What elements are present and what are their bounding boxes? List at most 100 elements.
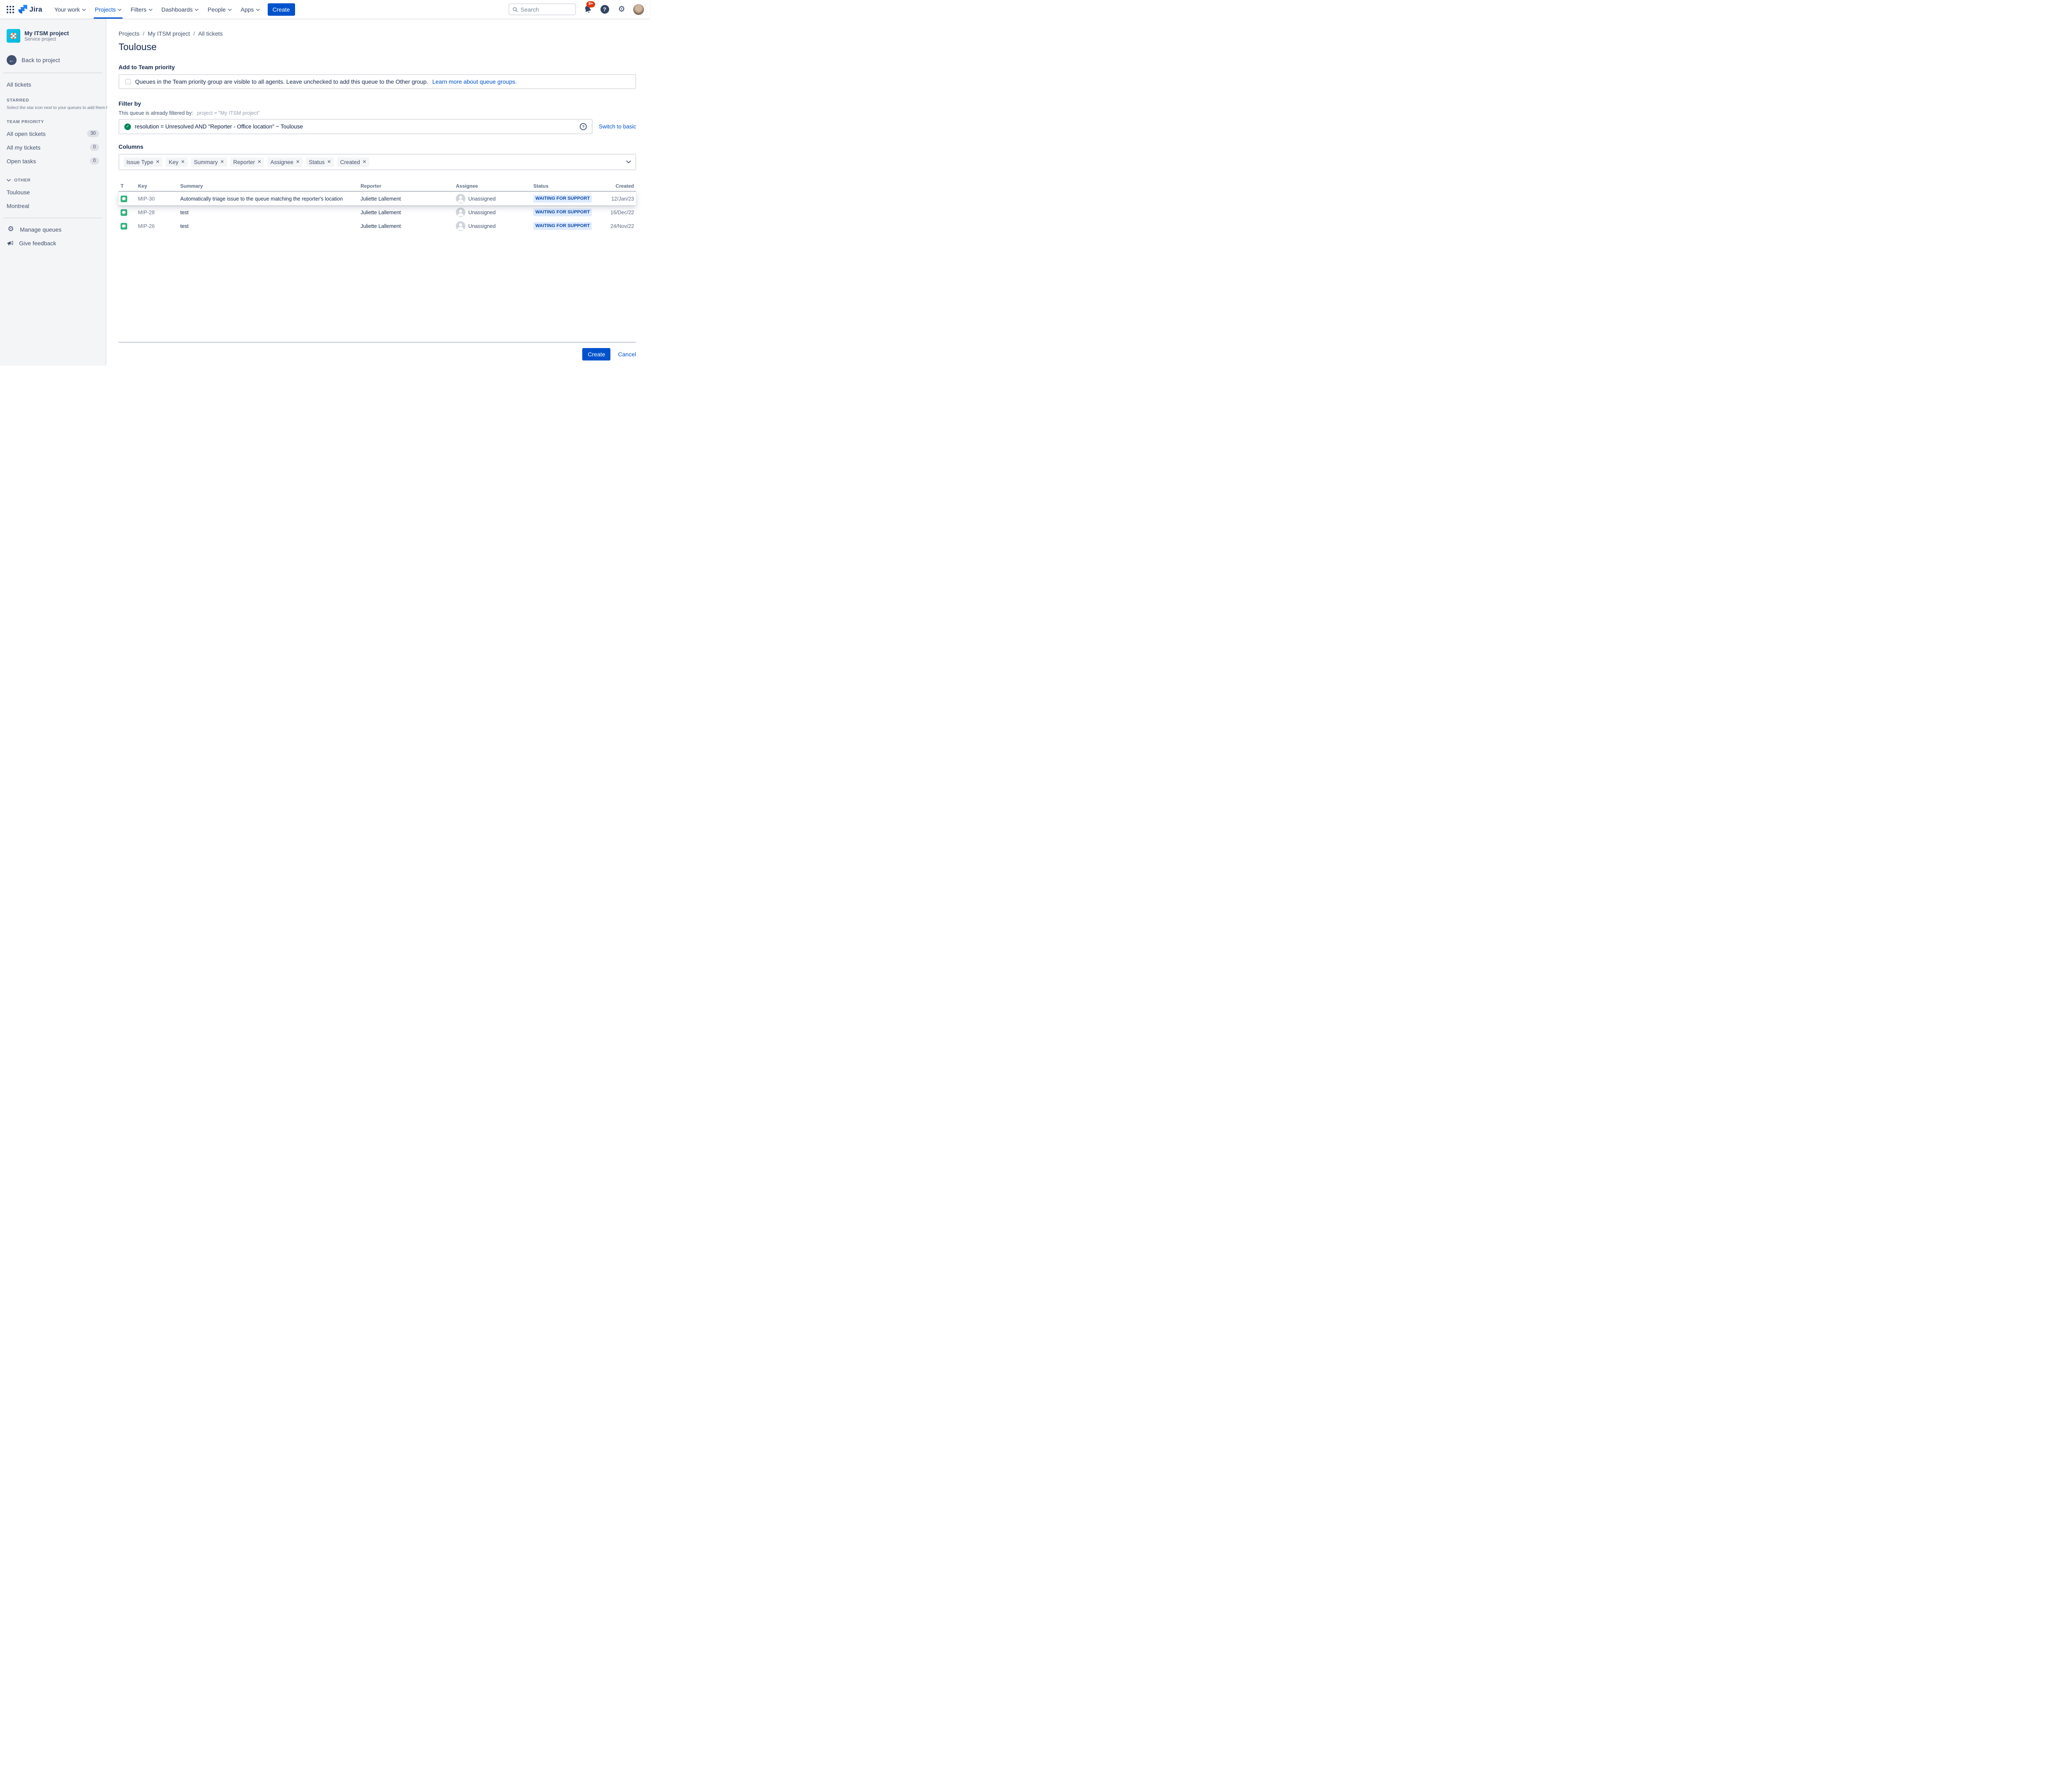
remove-chip-icon[interactable]: ✕ [257, 160, 261, 164]
nav-item-dashboards[interactable]: Dashboards [157, 0, 203, 19]
sidebar-item-montreal[interactable]: Montreal [0, 199, 106, 213]
help-button[interactable]: ? [599, 4, 610, 15]
sidebar-item-open-tasks[interactable]: Open tasks 0 [0, 154, 106, 168]
queue-groups-learn-more-link[interactable]: Learn more about queue groups. [432, 78, 517, 85]
sidebar-item-toulouse[interactable]: Toulouse [0, 185, 106, 199]
issue-reporter: Juliette Lallement [361, 223, 456, 229]
col-header-status: Status [533, 183, 608, 189]
col-header-type: T [121, 183, 138, 189]
unassigned-avatar-icon [456, 208, 465, 217]
col-header-key: Key [138, 183, 180, 189]
col-header-reporter: Reporter [361, 183, 456, 189]
global-search[interactable] [508, 3, 576, 15]
team-priority-section-title: TEAM PRIORITY [0, 119, 106, 124]
gear-icon: ⚙ [7, 226, 15, 233]
column-chip-reporter: Reporter ✕ [230, 157, 264, 167]
columns-heading: Columns [119, 143, 636, 150]
remove-chip-icon[interactable]: ✕ [363, 160, 366, 164]
megaphone-icon [7, 240, 14, 247]
nav-item-people[interactable]: People [203, 0, 236, 19]
issue-reporter: Juliette Lallement [361, 210, 456, 215]
nav-right-controls: 9+ ? ⚙ [508, 3, 644, 15]
sidebar-item-all-my-tickets[interactable]: All my tickets 0 [0, 140, 106, 154]
remove-chip-icon[interactable]: ✕ [181, 160, 185, 164]
issue-summary-link[interactable]: Automatically triage issue to the queue … [180, 196, 361, 202]
jql-help-icon[interactable]: ? [580, 123, 587, 130]
nav-item-projects[interactable]: Projects [90, 0, 126, 19]
chevron-down-icon [118, 9, 121, 11]
issue-preview-table: T Key Summary Reporter Assignee Status C… [119, 181, 636, 233]
chevron-down-icon[interactable] [626, 160, 631, 164]
remove-chip-icon[interactable]: ✕ [327, 160, 331, 164]
count-badge: 0 [90, 144, 99, 151]
unassigned-avatar-icon [456, 221, 465, 231]
table-row[interactable]: MIP-26 test Juliette Lallement Unassigne… [119, 219, 636, 233]
create-queue-button[interactable]: Create [582, 348, 610, 360]
notification-count-badge: 9+ [586, 1, 595, 7]
project-type: Service project [24, 37, 69, 42]
nav-create-button[interactable]: Create [268, 3, 295, 16]
switch-to-basic-link[interactable]: Switch to basic [599, 123, 636, 130]
cancel-button[interactable]: Cancel [618, 351, 636, 358]
project-name: My ITSM project [24, 30, 69, 37]
issue-type-support-icon [121, 196, 127, 202]
issue-type-support-icon [121, 223, 127, 230]
unassigned-avatar-icon [456, 194, 465, 203]
issue-created-date: 12/Jan/23 [608, 196, 634, 202]
table-row[interactable]: MIP-30 Automatically triage issue to the… [119, 192, 636, 206]
user-avatar[interactable] [633, 4, 644, 15]
remove-chip-icon[interactable]: ✕ [156, 160, 160, 164]
issue-key: MIP-30 [138, 196, 180, 202]
form-footer: Create Cancel [119, 342, 636, 360]
table-row[interactable]: MIP-28 test Juliette Lallement Unassigne… [119, 206, 636, 219]
sidebar-item-all-tickets[interactable]: All tickets [0, 77, 106, 91]
team-priority-card: Queues in the Team priority group are vi… [119, 74, 636, 89]
prefilter-line: This queue is already filtered by: proje… [119, 110, 636, 116]
issue-summary-link[interactable]: test [180, 223, 361, 229]
nav-item-filters[interactable]: Filters [126, 0, 157, 19]
remove-chip-icon[interactable]: ✕ [296, 160, 300, 164]
table-header-row: T Key Summary Reporter Assignee Status C… [119, 181, 636, 192]
columns-select[interactable]: Issue Type ✕ Key ✕ Summary ✕ Reporter ✕ … [119, 154, 636, 170]
back-to-project-label: Back to project [22, 57, 60, 63]
issue-type-support-icon [121, 209, 127, 216]
team-priority-checkbox[interactable] [125, 79, 131, 85]
notifications-button[interactable]: 9+ [582, 4, 593, 15]
chevron-down-icon [149, 9, 152, 11]
breadcrumb-all-tickets[interactable]: All tickets [198, 30, 223, 37]
app-switcher-button[interactable] [5, 4, 16, 15]
breadcrumb-projects[interactable]: Projects [119, 30, 140, 37]
jira-logo-text: Jira [29, 5, 42, 14]
jql-query-text: resolution = Unresolved AND "Reporter - … [135, 123, 576, 130]
back-to-project[interactable]: ← Back to project [0, 53, 106, 67]
chevron-down-icon [7, 179, 11, 182]
sidebar-item-all-open-tickets[interactable]: All open tickets 30 [0, 127, 106, 140]
jql-editor-row: ✓ resolution = Unresolved AND "Reporter … [119, 119, 636, 134]
top-navigation: Jira Your work Projects Filters Dashboar… [0, 0, 650, 19]
issue-summary-link[interactable]: test [180, 210, 361, 215]
manage-queues-button[interactable]: ⚙ Manage queues [0, 223, 106, 236]
settings-button[interactable]: ⚙ [616, 4, 627, 15]
team-priority-description: Queues in the Team priority group are vi… [135, 78, 428, 85]
breadcrumb-my-itsm-project[interactable]: My ITSM project [148, 30, 190, 37]
count-badge: 30 [87, 130, 99, 138]
issue-assignee: Unassigned [468, 196, 496, 202]
col-header-assignee: Assignee [456, 183, 533, 189]
search-input[interactable] [520, 6, 572, 13]
give-feedback-button[interactable]: Give feedback [0, 236, 106, 250]
project-sidebar: My ITSM project Service project ← Back t… [0, 19, 107, 365]
issue-reporter: Juliette Lallement [361, 196, 456, 202]
column-chip-key: Key ✕ [166, 157, 187, 167]
jira-logo[interactable]: Jira [18, 5, 42, 14]
jira-logo-icon [18, 5, 27, 14]
nav-item-apps[interactable]: Apps [236, 0, 264, 19]
other-section-toggle[interactable]: OTHER [0, 178, 106, 183]
status-badge: WAITING FOR SUPPORT [533, 195, 592, 202]
page-title: Toulouse [119, 41, 636, 53]
jql-input[interactable]: ✓ resolution = Unresolved AND "Reporter … [119, 119, 593, 134]
nav-item-your-work[interactable]: Your work [50, 0, 90, 19]
issue-created-date: 24/Nov/22 [608, 223, 634, 229]
remove-chip-icon[interactable]: ✕ [220, 160, 224, 164]
project-header: My ITSM project Service project [0, 29, 106, 43]
gear-icon: ⚙ [618, 5, 625, 13]
